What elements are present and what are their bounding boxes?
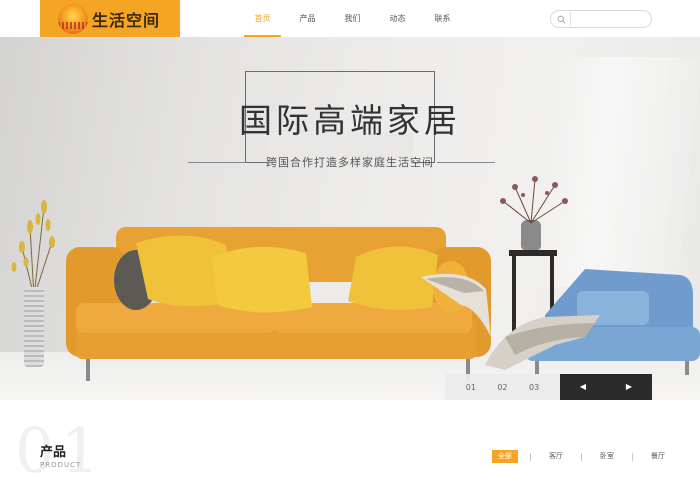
section-title: 产品 bbox=[40, 445, 67, 460]
nav-item-contact[interactable]: 联系 bbox=[420, 0, 465, 37]
slide-dot-3[interactable]: 03 bbox=[529, 383, 539, 392]
logo[interactable]: 生活空间 bbox=[40, 0, 180, 37]
nav-item-products[interactable]: 产品 bbox=[285, 0, 330, 37]
slide-arrows: ◀ ▶ bbox=[560, 374, 652, 400]
dried-flowers-image bbox=[500, 176, 568, 224]
plant-left-image bbox=[11, 200, 55, 297]
logo-text: 生活空间 bbox=[92, 10, 161, 30]
sofa-image bbox=[66, 227, 491, 381]
section-subtitle: PRODUCT bbox=[40, 461, 82, 469]
nav-item-news[interactable]: 动态 bbox=[375, 0, 420, 37]
category-tabs: 全部 客厅 卧室 餐厅 bbox=[492, 450, 671, 463]
tab-divider bbox=[530, 452, 531, 461]
tab-all[interactable]: 全部 bbox=[492, 450, 518, 463]
slide-dot-1[interactable]: 01 bbox=[466, 383, 476, 392]
slide-dot-2[interactable]: 02 bbox=[497, 383, 507, 392]
nav-item-about[interactable]: 我们 bbox=[330, 0, 375, 37]
main-nav: 首页 产品 我们 动态 联系 bbox=[240, 0, 465, 37]
search-input[interactable] bbox=[570, 12, 646, 26]
tab-living-room[interactable]: 客厅 bbox=[543, 450, 569, 463]
sun-logo-icon bbox=[58, 3, 88, 34]
hero-banner: 国际高端家居 跨国合作打造多样家庭生活空间 01 02 03 ◀ ▶ bbox=[0, 37, 700, 400]
nav-item-home[interactable]: 首页 bbox=[240, 0, 285, 37]
tab-dining-room[interactable]: 餐厅 bbox=[645, 450, 671, 463]
next-slide-button[interactable]: ▶ bbox=[606, 374, 652, 400]
search-icon[interactable] bbox=[557, 15, 566, 24]
products-section: 01 产品 PRODUCT 全部 客厅 卧室 餐厅 bbox=[0, 400, 700, 477]
search-box bbox=[550, 10, 652, 28]
tab-divider bbox=[581, 452, 582, 461]
hero-title: 国际高端家居 bbox=[239, 101, 461, 140]
vase-left-image bbox=[24, 287, 44, 367]
prev-slide-button[interactable]: ◀ bbox=[560, 374, 606, 400]
slide-pagination: 01 02 03 bbox=[445, 374, 560, 400]
chaise-lounge-image bbox=[485, 269, 700, 375]
tab-divider bbox=[632, 452, 633, 461]
tab-bedroom[interactable]: 卧室 bbox=[594, 450, 620, 463]
site-header: 生活空间 首页 产品 我们 动态 联系 bbox=[0, 0, 700, 37]
hero-subtitle: 跨国合作打造多样家庭生活空间 bbox=[266, 156, 434, 169]
